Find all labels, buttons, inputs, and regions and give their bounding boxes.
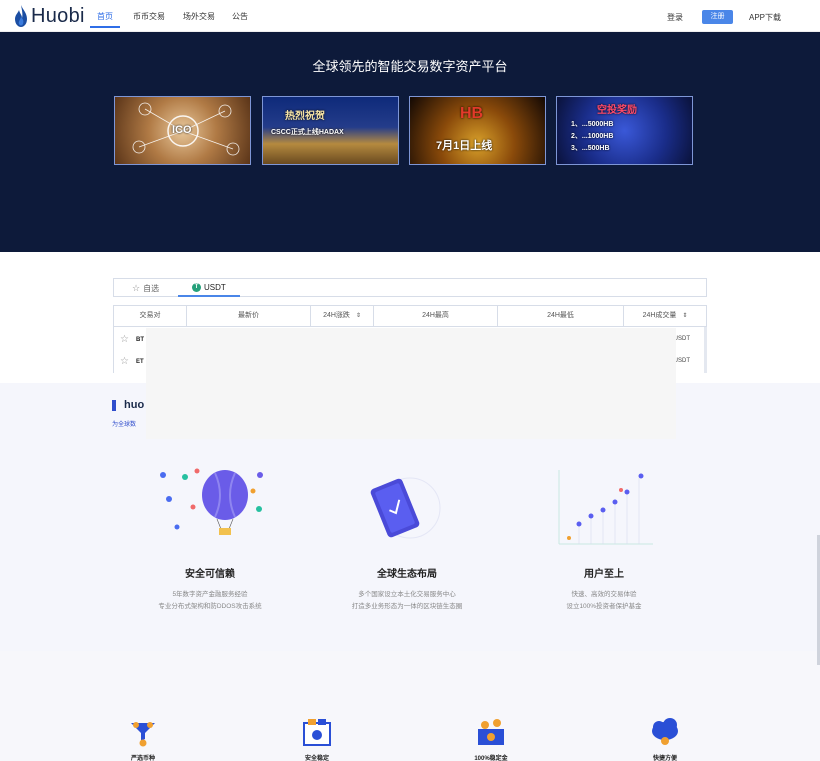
advantage-label-reserve: 100%稳定金: [474, 756, 508, 761]
nav-item-coin-trade[interactable]: 币币交易: [133, 11, 165, 22]
banner-cscc-line2: CSCC正式上线HADAX: [271, 129, 344, 136]
banner-ico[interactable]: ICO: [114, 96, 251, 165]
feature-title-security: 安全可信赖: [185, 569, 235, 580]
banner-hb-line2: 7月1日上线: [436, 140, 493, 152]
banner-airdrop-title: 空投奖励: [597, 105, 637, 116]
banner-airdrop-line2: 2、...1000HB: [571, 133, 614, 140]
security-stable-icon: [303, 719, 331, 746]
balloon-illustration-icon: [160, 468, 263, 535]
reserve-fund-icon: [478, 719, 504, 745]
section-accent-bar: [112, 400, 116, 411]
feature-desc-ecosystem-1: 多个国家设立本土化交易服务中心: [358, 591, 456, 598]
feature-desc-security-2: 专业分布式架构和防DDOS攻击系统: [158, 603, 262, 610]
advantage-label-secure: 安全稳定: [304, 756, 329, 761]
register-button[interactable]: 注册: [702, 10, 733, 24]
tab-usdt[interactable]: T USDT: [192, 283, 226, 292]
logo-text: Huobi: [31, 4, 85, 27]
feature-desc-user-first-1: 快速、高效的交易体验: [571, 591, 637, 598]
tab-favorites-label: 自选: [143, 284, 160, 293]
column-header-volume[interactable]: 24H成交量 ⇕: [624, 306, 706, 326]
nav-item-home[interactable]: 首页: [97, 11, 113, 22]
column-header-change-label: 24H涨跌: [323, 312, 350, 319]
nav-active-indicator: [90, 26, 120, 28]
app-download-link[interactable]: APP下载: [749, 12, 781, 23]
section-title: huo: [124, 399, 145, 411]
phone-illustration-icon: [370, 477, 441, 539]
growth-illustration-icon: [558, 470, 653, 545]
market-tabs: ☆ 自选 T USDT: [113, 278, 707, 297]
banner-ico-text: ICO: [172, 124, 192, 136]
feature-desc-security-1: 5年数字资产金融服务经验: [172, 591, 248, 598]
row-symbol: BT: [136, 337, 144, 343]
usdt-icon: T: [192, 283, 201, 292]
tab-usdt-label: USDT: [204, 283, 226, 292]
feature-title-user-first: 用户至上: [584, 569, 624, 580]
section-subtitle: 为全球数: [112, 422, 137, 428]
feature-desc-user-first-2: 设立100%投资者保护基金: [566, 603, 642, 610]
row-symbol: ET: [136, 359, 144, 365]
column-header-high[interactable]: 24H最高: [374, 306, 498, 326]
advantage-label-fast: 快捷方便: [652, 756, 677, 761]
market-table-header: 交易对 最新价 24H涨跌 ⇕ 24H最高 24H最低 24H成交量 ⇕: [113, 305, 707, 327]
column-header-volume-label: 24H成交量: [642, 312, 677, 319]
advantage-label-coin-select: 严选币种: [130, 756, 155, 761]
nav-item-announcements[interactable]: 公告: [232, 11, 248, 22]
fast-cloud-icon: [652, 718, 678, 745]
row-quote: USDT: [673, 336, 690, 342]
coin-select-icon: [131, 722, 155, 747]
banner-hb-line1: HB: [460, 105, 484, 122]
banner-hb[interactable]: HB 7月1日上线: [409, 96, 546, 165]
column-header-last-price[interactable]: 最新价: [187, 306, 311, 326]
feature-title-ecosystem: 全球生态布局: [377, 569, 437, 580]
tab-favorites[interactable]: ☆ 自选: [132, 283, 159, 294]
nav-item-otc-trade[interactable]: 场外交易: [183, 11, 215, 22]
advantages-section: 严选币种 安全稳定 100%稳定金 快捷方便: [0, 651, 820, 761]
login-link[interactable]: 登录: [667, 12, 683, 23]
column-header-pair[interactable]: 交易对: [114, 306, 187, 326]
banner-cscc[interactable]: 热烈祝贺 CSCC正式上线HADAX: [262, 96, 399, 165]
top-nav: Huobi 首页 币币交易 场外交易 公告 登录 注册 APP下载: [0, 0, 820, 32]
banner-cscc-line1: 热烈祝贺: [285, 111, 325, 122]
feature-desc-ecosystem-2: 打造多业务形态为一体的区块链生态圈: [351, 603, 463, 610]
banner-airdrop-line1: 1、...5000HB: [571, 121, 614, 128]
banner-airdrop-line3: 3、...500HB: [571, 145, 610, 152]
row-quote: USDT: [673, 358, 690, 364]
column-header-low[interactable]: 24H最低: [498, 306, 624, 326]
column-header-change[interactable]: 24H涨跌 ⇕: [311, 306, 374, 326]
huobi-flame-icon: [15, 5, 27, 27]
hero-section: 全球领先的智能交易数字资产平台 ICO 热烈祝贺 CSCC正式上线HADAX H…: [0, 32, 820, 252]
sort-icon: ⇕: [682, 313, 688, 319]
star-icon: ☆: [132, 283, 141, 293]
sort-icon: ⇕: [355, 313, 361, 319]
hero-title: 全球领先的智能交易数字资产平台: [312, 59, 508, 74]
banner-airdrop[interactable]: 空投奖励 1、...5000HB 2、...1000HB 3、...500HB: [556, 96, 693, 165]
logo[interactable]: Huobi: [14, 4, 85, 28]
favorite-star-icon[interactable]: ☆: [120, 334, 129, 345]
favorite-star-icon[interactable]: ☆: [120, 356, 129, 367]
tab-active-indicator: [178, 295, 240, 297]
loading-overlay: [146, 328, 676, 439]
